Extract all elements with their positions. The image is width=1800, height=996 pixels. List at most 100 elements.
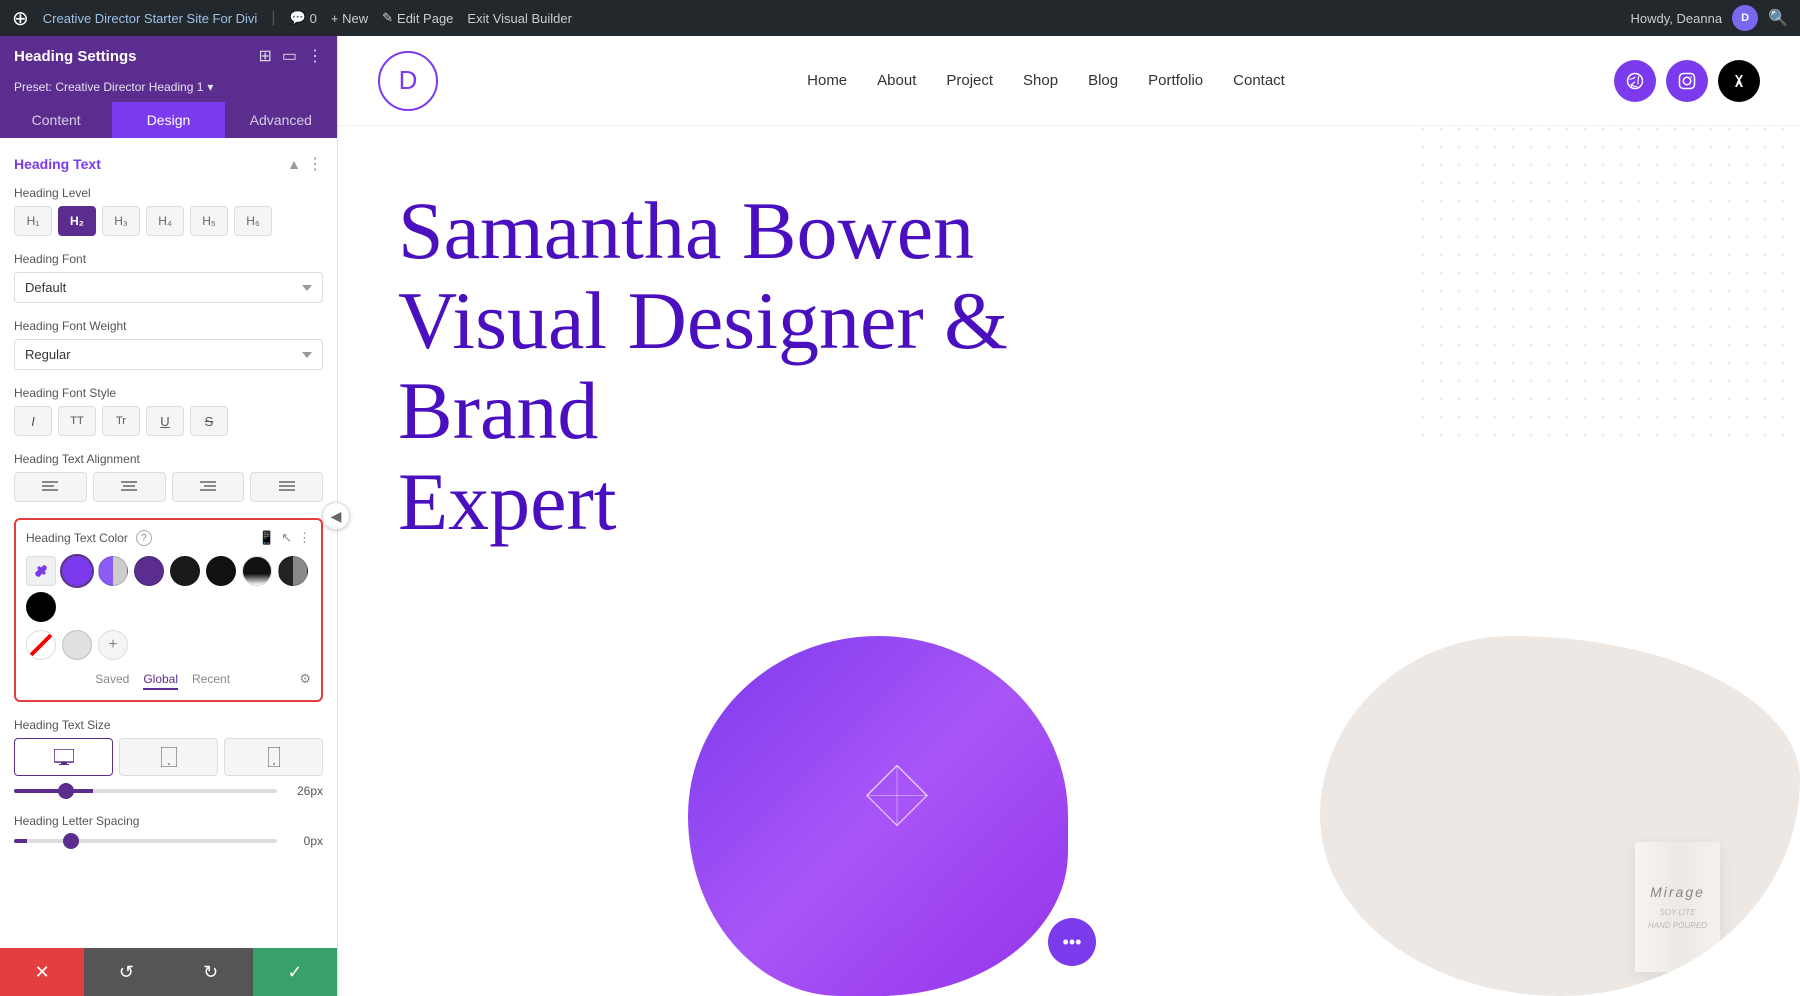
tab-design[interactable]: Design [112,102,224,138]
heading-text-section-header: Heading Text ▲ ⋮ [14,154,323,174]
heading-font-weight-select[interactable]: Regular [14,339,323,370]
swatch-half-purple[interactable] [98,556,128,586]
color-tab-global[interactable]: Global [143,672,178,690]
italic-button[interactable]: I [14,406,52,436]
size-desktop-button[interactable] [14,738,113,776]
menu-item-home[interactable]: Home [807,72,847,89]
section-more-icon[interactable]: ⋮ [307,154,323,174]
swatch-near-black-3[interactable] [242,556,272,586]
heading-level-buttons: H₁ H₂ H₃ H₄ H₅ H₆ [14,206,323,236]
heading-font-select[interactable]: Default [14,272,323,303]
eyedropper-button[interactable] [26,556,56,586]
color-help-icon[interactable]: ? [136,530,152,546]
h3-button[interactable]: H₃ [102,206,140,236]
heading-font-label: Heading Font [14,252,323,266]
swatch-purple[interactable] [62,556,92,586]
menu-item-project[interactable]: Project [946,72,993,89]
tab-content[interactable]: Content [0,102,112,138]
cursor-icon[interactable]: ↖ [281,530,292,546]
h6-button[interactable]: H₆ [234,206,272,236]
blob-purple-main [688,636,1068,996]
uppercase-button[interactable]: TT [58,406,96,436]
letter-spacing-range-input[interactable] [14,839,277,843]
admin-site-name[interactable]: Creative Director Starter Site For Divi [43,11,258,26]
cancel-icon: ✕ [35,962,50,983]
save-icon: ✓ [287,962,302,983]
swatch-dark-purple[interactable] [134,556,164,586]
candle-text: Mirage SOY LITEHAND POURED [1640,881,1715,933]
save-button[interactable]: ✓ [253,948,337,996]
wordpress-icon[interactable]: ⊕ [12,6,29,31]
site-hero: Samantha Bowen Visual Designer & Brand E… [338,126,1800,996]
color-tabs-row: Saved Global Recent ⚙ [26,668,311,690]
swatch-light-grey[interactable] [62,630,92,660]
tab-advanced[interactable]: Advanced [225,102,337,138]
add-color-button[interactable]: + [98,630,128,660]
align-left-button[interactable] [14,472,87,502]
h2-button[interactable]: H₂ [58,206,96,236]
heading-text-align-label: Heading Text Alignment [14,452,323,466]
cancel-button[interactable]: ✕ [0,948,84,996]
color-settings-icon[interactable]: ⚙ [299,671,311,687]
admin-exit-builder[interactable]: Exit Visual Builder [467,11,572,26]
mobile-size-icon [268,747,280,767]
size-mobile-button[interactable] [224,738,323,776]
menu-item-portfolio[interactable]: Portfolio [1148,72,1203,89]
swatch-black[interactable] [26,592,56,622]
strikethrough-button[interactable]: S [190,406,228,436]
capitalize-button[interactable]: Tr [102,406,140,436]
align-justify-button[interactable] [250,472,323,502]
size-range-value: 26px [287,784,323,798]
mobile-icon[interactable]: 📱 [259,530,275,546]
color-tab-saved[interactable]: Saved [95,672,129,690]
eyedropper-icon [34,564,48,578]
heading-level-label: Heading Level [14,186,323,200]
section-collapse-icon[interactable]: ▲ [287,156,301,172]
h1-button[interactable]: H₁ [14,206,52,236]
section-controls: ▲ ⋮ [287,154,323,174]
x-icon [1731,73,1747,89]
heading-text-align-group: Heading Text Alignment [14,452,323,502]
layout-icon[interactable]: ▭ [282,46,297,66]
social-dribbble[interactable] [1614,60,1656,102]
align-center-button[interactable] [93,472,166,502]
align-right-button[interactable] [172,472,245,502]
letter-spacing-range-container: 0px [14,834,323,848]
size-tablet-button[interactable] [119,738,218,776]
undo-button[interactable]: ↺ [84,948,168,996]
hero-images-area: Mirage SOY LITEHAND POURED ••• [688,596,1800,996]
maximize-icon[interactable]: ⊞ [258,46,271,66]
swatch-transparent-1[interactable] [26,630,56,660]
heading-letter-spacing-group: Heading Letter Spacing 0px [14,814,323,848]
menu-item-blog[interactable]: Blog [1088,72,1118,89]
admin-search-icon[interactable]: 🔍 [1768,8,1788,28]
site-nav: D Home About Project Shop Blog Portfolio… [338,36,1800,126]
more-icon[interactable]: ⋮ [307,46,323,66]
menu-item-about[interactable]: About [877,72,916,89]
underline-button[interactable]: U [146,406,184,436]
panel-preset[interactable]: Preset: Creative Director Heading 1 ▾ [0,76,337,102]
more-actions-button[interactable]: ••• [1048,918,1096,966]
candle-container: Mirage SOY LITEHAND POURED [1635,842,1720,986]
color-more-icon[interactable]: ⋮ [298,530,311,546]
more-dots-icon: ••• [1063,932,1082,953]
admin-avatar[interactable]: D [1732,5,1758,31]
swatch-half-dark[interactable] [278,556,308,586]
color-tab-recent[interactable]: Recent [192,672,230,690]
menu-item-shop[interactable]: Shop [1023,72,1058,89]
size-range-input[interactable] [14,789,277,793]
swatch-near-black-2[interactable] [206,556,236,586]
social-x[interactable] [1718,60,1760,102]
admin-edit-page[interactable]: ✎ Edit Page [382,10,453,26]
h4-button[interactable]: H₄ [146,206,184,236]
menu-item-contact[interactable]: Contact [1233,72,1285,89]
h5-button[interactable]: H₅ [190,206,228,236]
social-instagram[interactable] [1666,60,1708,102]
heading-level-group: Heading Level H₁ H₂ H₃ H₄ H₅ H₆ [14,186,323,236]
swatch-near-black-1[interactable] [170,556,200,586]
edit-icon: ✎ [382,10,393,26]
admin-comments[interactable]: 💬 0 [289,10,316,26]
redo-button[interactable]: ↻ [169,948,253,996]
admin-new-button[interactable]: + New [331,11,368,26]
collapse-arrow[interactable]: ◀ [322,502,350,530]
